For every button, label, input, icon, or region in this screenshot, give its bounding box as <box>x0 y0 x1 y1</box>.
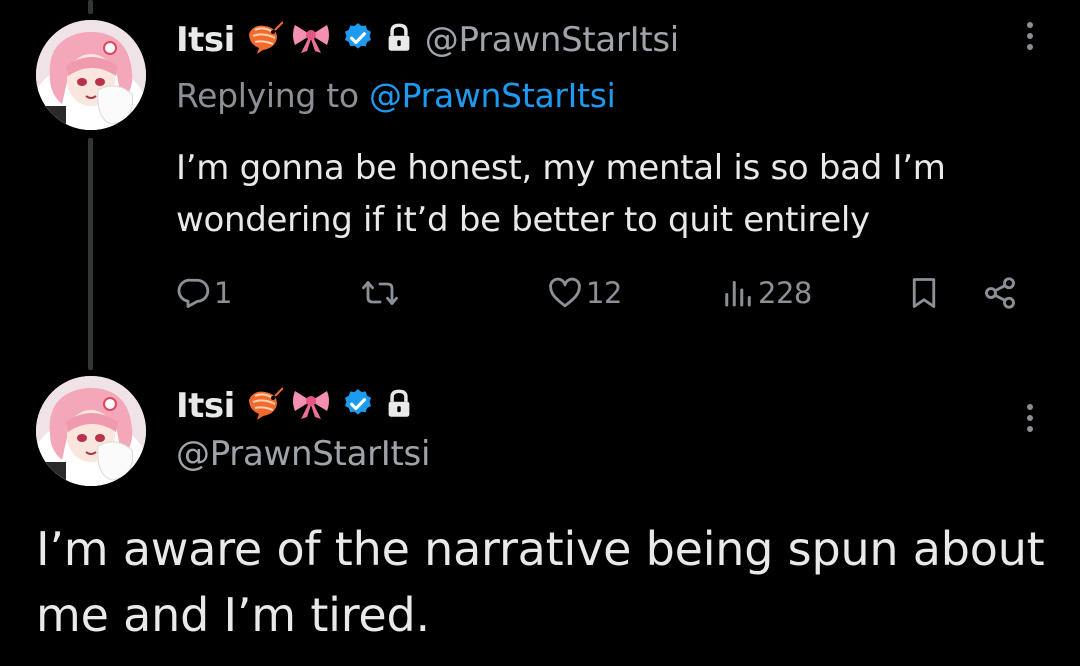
bookmark-icon <box>906 274 942 312</box>
share-icon <box>982 275 1018 311</box>
reply-button[interactable]: 1 <box>176 268 232 318</box>
verified-badge-icon <box>341 21 375 59</box>
replying-mention-link[interactable]: @PrawnStarItsi <box>369 76 616 115</box>
more-icon[interactable] <box>1024 404 1036 432</box>
bookmark-button[interactable] <box>906 268 942 318</box>
retweet-icon <box>360 275 400 311</box>
like-button[interactable]: 12 <box>546 268 622 318</box>
more-icon[interactable] <box>1024 22 1036 50</box>
thread-connector-line <box>88 138 93 370</box>
avatar[interactable] <box>36 376 146 486</box>
action-bar: 1 12 228 <box>176 268 1036 318</box>
display-name[interactable]: Itsi <box>176 20 235 60</box>
author-row: Itsi <box>176 18 679 62</box>
share-button[interactable] <box>982 268 1018 318</box>
replying-prefix: Replying to <box>176 76 359 115</box>
shrimp-emoji <box>243 386 284 426</box>
author-handle[interactable]: @PrawnStarItsi <box>176 434 430 474</box>
display-name[interactable]: Itsi <box>176 386 235 426</box>
reply-icon <box>176 275 212 311</box>
ribbon-emoji <box>291 387 331 425</box>
thread-connector-top <box>88 0 93 14</box>
replying-to: Replying to @PrawnStarItsi <box>176 76 616 115</box>
shrimp-emoji <box>243 20 284 60</box>
verified-badge-icon <box>341 387 375 425</box>
author-handle[interactable]: @PrawnStarItsi <box>425 20 679 60</box>
like-count: 12 <box>586 276 622 310</box>
ribbon-emoji <box>291 21 331 59</box>
retweet-button[interactable] <box>360 268 400 318</box>
views-icon <box>720 275 756 311</box>
reply-count: 1 <box>214 276 232 310</box>
tweet-text: I’m gonna be honest, my mental is so bad… <box>176 148 946 240</box>
avatar[interactable] <box>36 20 146 130</box>
view-count: 228 <box>758 276 812 310</box>
lock-icon <box>385 389 413 423</box>
tweet-text: I’m aware of the narrative being spun ab… <box>36 522 1045 642</box>
views-button[interactable]: 228 <box>720 268 812 318</box>
lock-icon <box>385 23 413 57</box>
like-icon <box>546 275 584 311</box>
author-row: Itsi <box>176 384 413 428</box>
